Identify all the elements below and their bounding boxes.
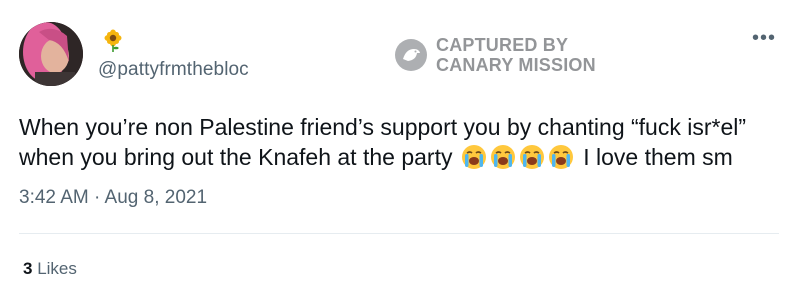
user-handle[interactable]: @pattyfrmthebloc [98,59,249,81]
more-options-icon[interactable]: ••• [752,28,776,48]
tweet-text-line2-start: when you bring out the Knafeh at the par… [19,144,453,170]
canary-icon [395,39,427,71]
watermark-line2: CANARY MISSION [436,55,596,75]
tweet-text: When you’re non Palestine friend’s suppo… [19,112,779,172]
tweet-text-line2: when you bring out the Knafeh at the par… [19,142,779,172]
sob-icon [490,145,515,169]
emoji-group [461,144,577,170]
likes-label: Likes [37,259,77,278]
tweet-card: @pattyfrmthebloc CAPTURED BY CANARY MISS… [0,0,800,301]
sob-icon [548,145,573,169]
watermark: CAPTURED BY CANARY MISSION [394,35,596,75]
sob-icon [519,145,544,169]
tweet-text-line2-end: I love them sm [583,144,733,170]
tweet-timestamp[interactable]: 3:42 AM · Aug 8, 2021 [19,187,207,209]
likes-stat[interactable]: 3 Likes [23,259,77,279]
avatar[interactable] [19,22,83,86]
sunflower-icon [104,29,122,52]
avatar-image [19,22,83,86]
watermark-line1: CAPTURED BY [436,35,569,55]
likes-count: 3 [23,259,33,278]
divider [19,233,779,234]
sob-icon [461,145,486,169]
tweet-text-line1: When you’re non Palestine friend’s suppo… [19,114,747,140]
